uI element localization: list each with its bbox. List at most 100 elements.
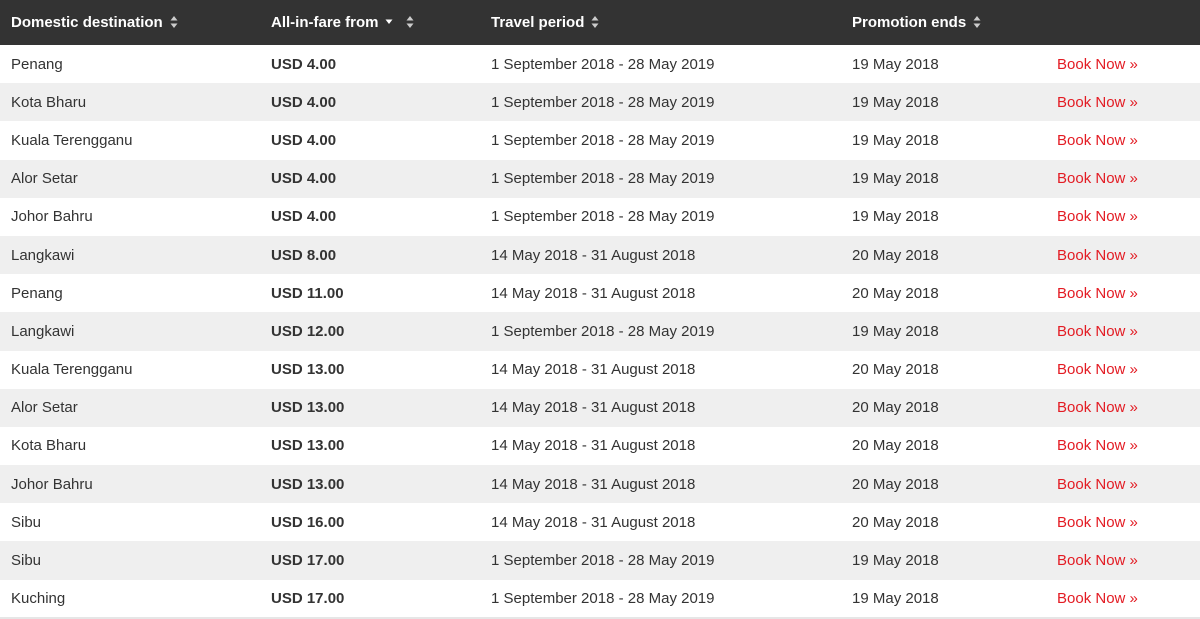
fares-table: Domestic destination All-in-fare from Tr… [0, 0, 1200, 618]
book-now-link[interactable]: Book Now » [1057, 170, 1138, 187]
book-now-link[interactable]: Book Now » [1057, 132, 1138, 149]
sort-both-icon[interactable] [170, 14, 178, 30]
fare-cell: USD 17.00 [271, 590, 345, 608]
destination-cell: Sibu [11, 552, 42, 570]
promotion-ends-cell: 20 May 2018 [852, 437, 939, 455]
book-now-link[interactable]: Book Now » [1057, 208, 1138, 225]
destination-cell: Kota Bharu [11, 93, 87, 111]
fare-cell: USD 13.00 [271, 475, 345, 493]
promotion-ends-cell: 19 May 2018 [852, 322, 939, 340]
fare-cell: USD 4.00 [271, 55, 337, 73]
travel-period-cell: 1 September 2018 - 28 May 2019 [491, 208, 715, 226]
table-row: Kuala Terengganu USD 4.00 1 September 20… [0, 121, 1200, 160]
fare-cell: USD 17.00 [271, 552, 345, 570]
fare-cell: USD 16.00 [271, 513, 345, 531]
travel-period-cell: 14 May 2018 - 31 August 2018 [491, 399, 696, 417]
fare-cell: USD 4.00 [271, 208, 337, 226]
table-row: Kota Bharu USD 4.00 1 September 2018 - 2… [0, 83, 1200, 122]
column-header-label: Promotion ends [852, 13, 967, 31]
book-now-link[interactable]: Book Now » [1057, 323, 1138, 340]
book-cell: Book Now » [1045, 274, 1200, 312]
fare-cell: USD 11.00 [271, 284, 344, 302]
promotion-ends-cell: 19 May 2018 [852, 55, 939, 73]
book-cell: Book Now » [1045, 83, 1200, 121]
fare-cell: USD 8.00 [271, 246, 337, 264]
book-cell: Book Now » [1045, 198, 1200, 236]
sort-desc-icon[interactable] [385, 12, 393, 29]
promotion-ends-cell: 20 May 2018 [852, 284, 939, 302]
book-cell: Book Now » [1045, 160, 1200, 198]
travel-period-cell: 1 September 2018 - 28 May 2019 [491, 170, 715, 188]
book-now-link[interactable]: Book Now » [1057, 476, 1138, 493]
travel-period-cell: 1 September 2018 - 28 May 2019 [491, 552, 715, 570]
table-row: Sibu USD 17.00 1 September 2018 - 28 May… [0, 541, 1200, 580]
book-now-link[interactable]: Book Now » [1057, 247, 1138, 264]
book-now-link[interactable]: Book Now » [1057, 285, 1138, 302]
travel-period-cell: 14 May 2018 - 31 August 2018 [491, 246, 696, 264]
promotion-ends-cell: 20 May 2018 [852, 361, 939, 379]
table-row: Johor Bahru USD 4.00 1 September 2018 - … [0, 197, 1200, 236]
book-cell: Book Now » [1045, 236, 1200, 274]
destination-cell: Johor Bahru [11, 475, 93, 493]
fare-cell: USD 13.00 [271, 437, 345, 455]
column-header-period[interactable]: Travel period [479, 0, 840, 45]
table-row: Alor Setar USD 4.00 1 September 2018 - 2… [0, 159, 1200, 198]
book-now-link[interactable]: Book Now » [1057, 56, 1138, 73]
travel-period-cell: 1 September 2018 - 28 May 2019 [491, 322, 715, 340]
book-cell: Book Now » [1045, 389, 1200, 427]
travel-period-cell: 1 September 2018 - 28 May 2019 [491, 93, 715, 111]
book-now-link[interactable]: Book Now » [1057, 437, 1138, 454]
column-header-label: Domestic destination [11, 13, 163, 31]
sort-both-icon[interactable] [591, 14, 599, 30]
destination-cell: Johor Bahru [11, 208, 93, 226]
book-now-link[interactable]: Book Now » [1057, 514, 1138, 531]
table-row: Kuching USD 17.00 1 September 2018 - 28 … [0, 579, 1200, 618]
promotion-ends-cell: 19 May 2018 [852, 208, 939, 226]
travel-period-cell: 14 May 2018 - 31 August 2018 [491, 437, 696, 455]
book-cell: Book Now » [1045, 465, 1200, 503]
book-cell: Book Now » [1045, 541, 1200, 579]
destination-cell: Sibu [11, 513, 42, 531]
fare-cell: USD 12.00 [271, 322, 345, 340]
table-row: Johor Bahru USD 13.00 14 May 2018 - 31 A… [0, 465, 1200, 504]
promotion-ends-cell: 19 May 2018 [852, 131, 939, 149]
column-header-fare[interactable]: All-in-fare from [259, 0, 479, 45]
destination-cell: Penang [11, 284, 63, 302]
table-row: Kota Bharu USD 13.00 14 May 2018 - 31 Au… [0, 426, 1200, 466]
table-body: Penang USD 4.00 1 September 2018 - 28 Ma… [0, 45, 1200, 618]
book-now-link[interactable]: Book Now » [1057, 399, 1138, 416]
destination-cell: Langkawi [11, 322, 75, 340]
column-header-label: Travel period [491, 13, 585, 31]
fare-cell: USD 13.00 [271, 399, 345, 417]
travel-period-cell: 1 September 2018 - 28 May 2019 [491, 131, 715, 149]
book-cell: Book Now » [1045, 121, 1200, 159]
promotion-ends-cell: 20 May 2018 [852, 399, 939, 417]
fare-cell: USD 4.00 [271, 170, 337, 188]
destination-cell: Alor Setar [11, 170, 78, 188]
book-cell: Book Now » [1045, 427, 1200, 465]
sort-both-icon[interactable] [973, 14, 981, 30]
table-header-row: Domestic destination All-in-fare from Tr… [0, 0, 1200, 45]
book-now-link[interactable]: Book Now » [1057, 590, 1138, 607]
fare-cell: USD 4.00 [271, 131, 337, 149]
column-header-destination[interactable]: Domestic destination [0, 0, 259, 45]
sort-both-icon[interactable] [406, 14, 414, 30]
book-cell: Book Now » [1045, 45, 1200, 83]
promotion-ends-cell: 19 May 2018 [852, 552, 939, 570]
promotion-ends-cell: 20 May 2018 [852, 246, 939, 264]
book-cell: Book Now » [1045, 351, 1200, 389]
travel-period-cell: 14 May 2018 - 31 August 2018 [491, 361, 696, 379]
column-header-label: All-in-fare from [271, 13, 379, 31]
column-header-ends[interactable]: Promotion ends [840, 0, 1045, 45]
promotion-ends-cell: 19 May 2018 [852, 590, 939, 608]
travel-period-cell: 14 May 2018 - 31 August 2018 [491, 475, 696, 493]
destination-cell: Kuching [11, 590, 66, 608]
table-row: Langkawi USD 8.00 14 May 2018 - 31 Augus… [0, 235, 1200, 275]
travel-period-cell: 14 May 2018 - 31 August 2018 [491, 284, 696, 302]
travel-period-cell: 1 September 2018 - 28 May 2019 [491, 590, 715, 608]
book-now-link[interactable]: Book Now » [1057, 94, 1138, 111]
book-now-link[interactable]: Book Now » [1057, 552, 1138, 569]
promotion-ends-cell: 20 May 2018 [852, 475, 939, 493]
book-now-link[interactable]: Book Now » [1057, 361, 1138, 378]
travel-period-cell: 14 May 2018 - 31 August 2018 [491, 513, 696, 531]
